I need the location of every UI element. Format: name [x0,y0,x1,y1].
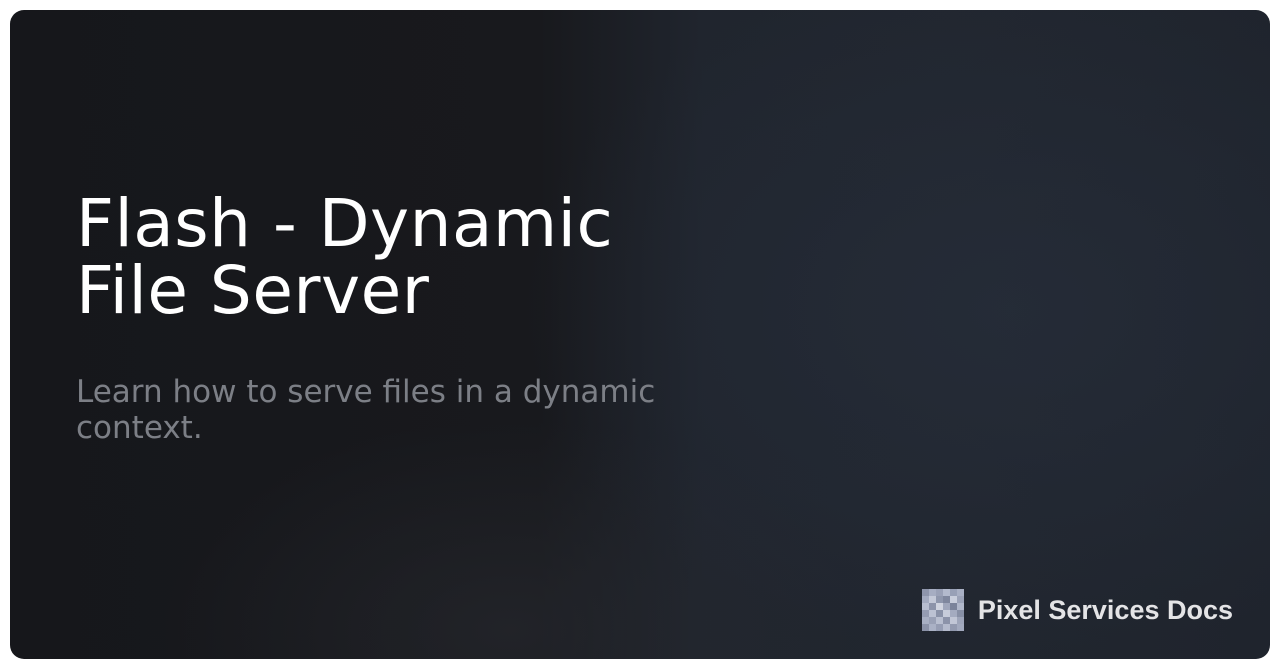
preview-card: Flash - Dynamic File Server Learn how to… [10,10,1270,659]
site-name: Pixel Services Docs [977,594,1233,625]
pixel-logo-icon [921,589,964,631]
page-description: Learn how to serve files in a dynamic co… [76,374,656,446]
page-title: Flash - Dynamic File Server [76,185,614,329]
site-brand: Pixel Services Docs [921,589,1233,631]
